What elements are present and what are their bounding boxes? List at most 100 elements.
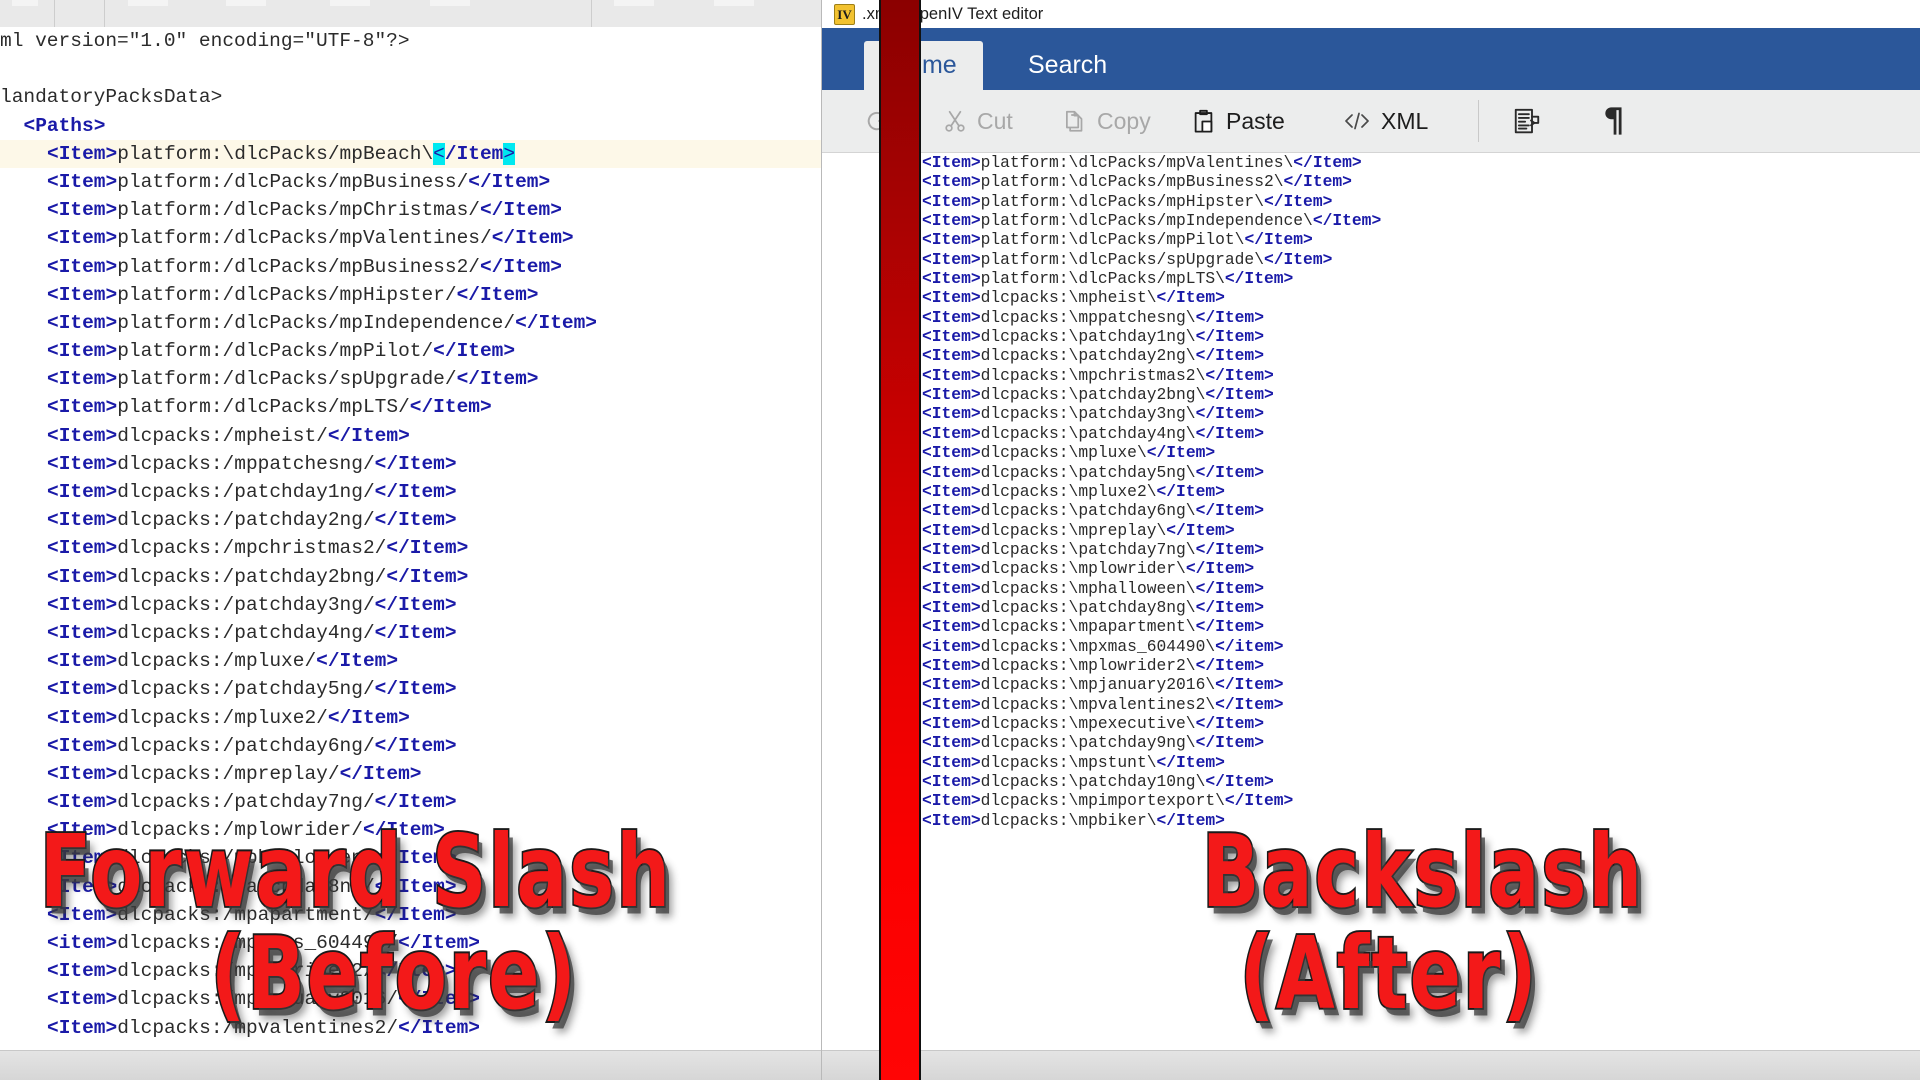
code-line: <Item>platform:/dlcPacks/spUpgrade/</Ite… xyxy=(0,365,822,393)
code-token-tag: </Item> xyxy=(515,311,598,334)
code-token-txt: platform:\dlcPacks/spUpgrade\ xyxy=(980,249,1264,269)
code-token-tag: <Item> xyxy=(47,678,118,701)
code-token-txt: dlcpacks:\patchday4ng\ xyxy=(980,423,1196,443)
code-line: <Item>dlcpacks:/patchday2ng/</Item> xyxy=(0,506,822,534)
toolbar-separator xyxy=(591,0,592,27)
code-token-txt: platform:/dlcPacks/mpChristmas/ xyxy=(117,199,480,222)
code-token-tag: <Item> xyxy=(922,539,981,559)
code-token-tag: </Item> xyxy=(374,509,457,532)
toolbar-ghost-icon xyxy=(430,0,470,6)
code-line: <Item>dlcpacks:/patchday4ng/</Item> xyxy=(0,619,822,647)
code-line: <Item>dlcpacks:/patchday3ng/</Item> xyxy=(0,591,822,619)
code-token-txt: dlcpacks:\patchday2bng\ xyxy=(980,385,1206,405)
code-token-tag: </Item> xyxy=(1205,772,1274,791)
code-token-tag: </Item> xyxy=(491,227,574,250)
code-token-txt: dlcpacks:/mpheist/ xyxy=(117,424,328,447)
word-wrap-button[interactable] xyxy=(1512,90,1551,152)
code-token-tag: </Item> xyxy=(1195,404,1264,424)
code-token-txt: dlcpacks:\mpluxe\ xyxy=(980,443,1147,463)
code-line: <Item>dlcpacks:\patchday4ng\</Item> xyxy=(822,424,1920,443)
cut-icon xyxy=(942,108,968,134)
code-line: <Item>dlcpacks:\patchday5ng\</Item> xyxy=(822,463,1920,482)
code-token-txt: platform:/dlcPacks/mpBusiness/ xyxy=(117,170,469,193)
code-token-tag: <Item> xyxy=(47,762,118,785)
code-token-tag: <Item> xyxy=(922,327,981,347)
paste-button[interactable]: Paste xyxy=(1190,90,1285,152)
code-token-tag: <Item> xyxy=(47,255,118,278)
code-token-txt: dlcpacks:\mplowrider2\ xyxy=(980,655,1196,675)
code-token-tag: </Item> xyxy=(1205,385,1274,405)
code-line: <Item>platform:/dlcPacks/mpBusiness2/</I… xyxy=(0,253,822,281)
code-token-tag: </Item> xyxy=(1195,462,1264,482)
code-token-txt: dlcpacks:\patchday2ng\ xyxy=(980,346,1196,366)
code-line: <Item>dlcpacks:\patchday2bng\</Item> xyxy=(822,385,1920,404)
code-token-tag: <Item> xyxy=(47,424,118,447)
code-line: <Item>dlcpacks:\mpreplay\</Item> xyxy=(822,521,1920,540)
code-token-tag: <Item> xyxy=(922,733,981,753)
code-token-txt: platform:\dlcPacks/mpLTS\ xyxy=(980,269,1225,289)
code-token-tag: <Item> xyxy=(47,960,118,983)
code-token-tag: <Item> xyxy=(922,365,981,385)
openiv-app-icon: IV xyxy=(834,4,855,25)
code-token-tag: </Item> xyxy=(1156,288,1225,308)
code-line: <Item>dlcpacks:/patchday7ng/</Item> xyxy=(0,788,822,816)
code-token-sel: > xyxy=(503,142,516,165)
code-token-tag: <Item> xyxy=(922,153,981,172)
code-line: <Item>platform:\dlcPacks/mpIndependence\… xyxy=(822,211,1920,230)
code-line: <Item>platform:\dlcPacks/mpPilot\</Item> xyxy=(822,230,1920,249)
code-token-tag: <Item> xyxy=(47,227,118,250)
annotation-forward-slash: Forward Slash xyxy=(38,815,673,931)
code-token-tag: <Item> xyxy=(47,368,118,391)
code-token-tag: </Item> xyxy=(1195,713,1264,733)
code-token-tag: </Item> xyxy=(433,340,516,363)
code-token-txt: dlcpacks:\patchday1ng\ xyxy=(980,327,1196,347)
toolbar-separator xyxy=(1478,100,1479,142)
code-line: landatoryPacksData> xyxy=(0,83,822,111)
code-token-txt: platform:\dlcPacks/mpBusiness2\ xyxy=(980,172,1284,192)
code-token-tag: <Item> xyxy=(922,385,981,405)
code-line: <Item>dlcpacks:\patchday1ng\</Item> xyxy=(822,327,1920,346)
code-line: ml version="1.0" encoding="UTF-8"?> xyxy=(0,27,822,55)
code-line: <Item>dlcpacks:/mpchristmas2/</Item> xyxy=(0,534,822,562)
paste-icon xyxy=(1190,108,1217,135)
code-token-tag: <Item> xyxy=(47,1016,118,1039)
copy-button[interactable]: Copy xyxy=(1062,90,1151,152)
code-line: <Item>dlcpacks:\mpjanuary2016\</Item> xyxy=(822,675,1920,694)
code-token-tag: </Item> xyxy=(1156,752,1225,772)
code-token-tag: <Item> xyxy=(47,650,118,673)
code-token-tag: <Item> xyxy=(47,706,118,729)
code-token-txt: dlcpacks:\mpjanuary2016\ xyxy=(980,675,1216,695)
code-token-tag: <Item> xyxy=(922,346,981,366)
code-token-tag: </Item> xyxy=(374,593,457,616)
code-token-txt: dlcpacks:\mpimportexport\ xyxy=(980,791,1225,811)
code-token-tag: <Paths> xyxy=(23,114,106,137)
toolbar-ghost-icon xyxy=(226,0,266,6)
code-token-txt: platform:\dlcPacks/mpValentines\ xyxy=(980,153,1294,172)
code-token-tag: <Item> xyxy=(922,772,981,791)
code-token-tag: </Item> xyxy=(1156,481,1225,501)
cut-button[interactable]: Cut xyxy=(942,90,1013,152)
code-token-tag: </item> xyxy=(1215,636,1284,656)
code-token-txt: dlcpacks:\mpchristmas2\ xyxy=(980,365,1206,385)
code-token-tag: </Item> xyxy=(1224,269,1294,289)
code-token-tag: </Item> xyxy=(327,706,410,729)
code-token-tag: </Item> xyxy=(479,255,562,278)
code-token-txt: dlcpacks:\mpvalentines2\ xyxy=(980,694,1216,714)
xml-button[interactable]: XML xyxy=(1342,90,1428,152)
code-token-tag: <Item> xyxy=(922,694,981,714)
code-line: <Item>dlcpacks:\mppatchesng\</Item> xyxy=(822,308,1920,327)
code-token-tag: <Item> xyxy=(47,537,118,560)
code-token-tag: <Item> xyxy=(47,621,118,644)
code-token-tag: </Item> xyxy=(374,621,457,644)
code-line: <Item>dlcpacks:\mpchristmas2\</Item> xyxy=(822,366,1920,385)
code-line: <Item>platform:\dlcPacks/mpHipster\</Ite… xyxy=(822,192,1920,211)
red-divider-bar xyxy=(879,0,921,1080)
code-token-tag: <Item> xyxy=(922,752,981,772)
code-line: <Item>dlcpacks:\patchday9ng\</Item> xyxy=(822,733,1920,752)
code-token-txt: dlcpacks:\mplowrider\ xyxy=(980,559,1186,579)
tab-search[interactable]: Search xyxy=(1002,41,1133,90)
toolbar-separator xyxy=(104,0,105,27)
show-formatting-button[interactable] xyxy=(1600,90,1635,152)
code-token-tag: <Item> xyxy=(47,452,118,475)
code-token-txt: dlcpacks:\patchday3ng\ xyxy=(980,404,1196,424)
